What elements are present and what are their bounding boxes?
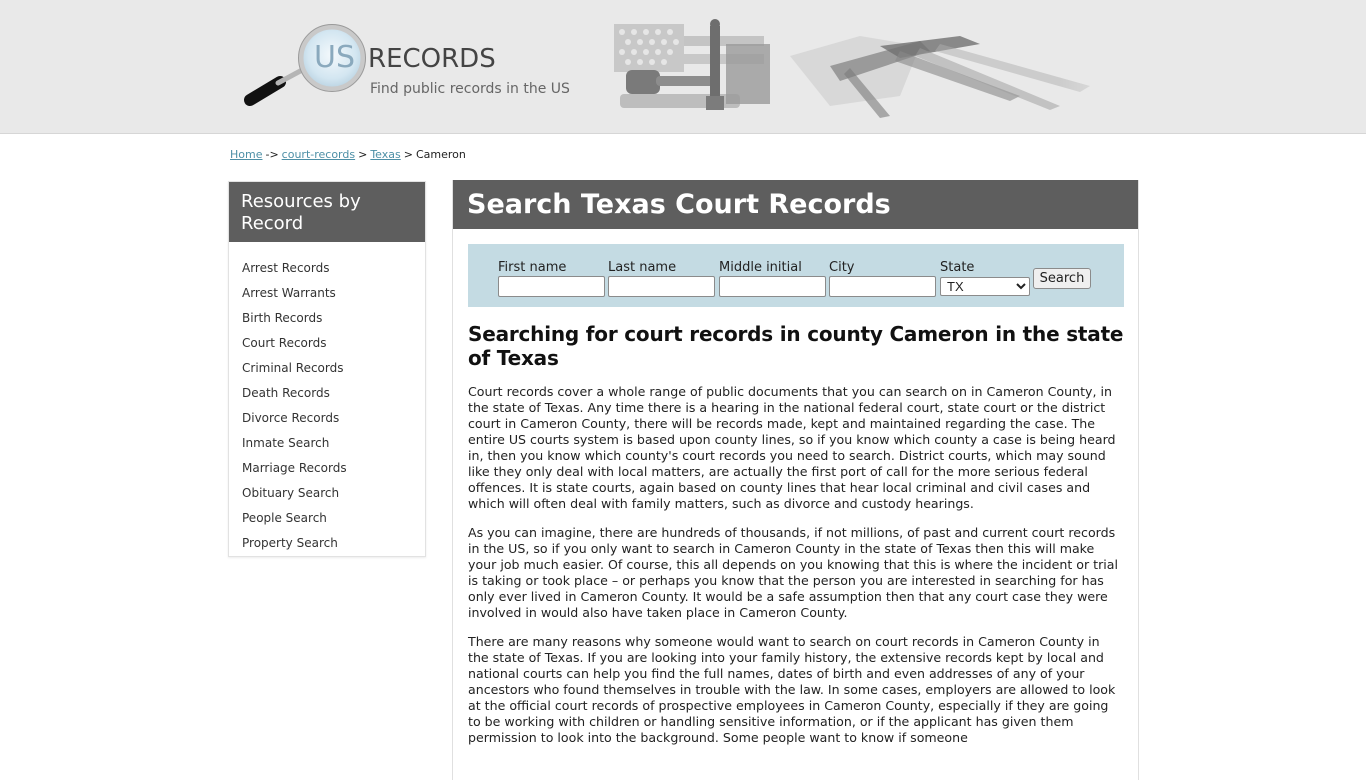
state-group: State TX <box>940 260 1030 296</box>
state-select[interactable]: TX <box>940 277 1030 296</box>
logo-us-text: US <box>314 40 356 75</box>
sidebar-item-property-search[interactable]: Property Search <box>229 531 425 556</box>
sidebar-item-arrest-records[interactable]: Arrest Records <box>229 256 425 281</box>
state-label: State <box>940 260 975 275</box>
city-label: City <box>829 260 855 275</box>
first-name-group: First name <box>498 260 605 297</box>
sidebar-resources: Resources by Record Arrest Records Arres… <box>228 181 426 557</box>
article-paragraph: Court records cover a whole range of pub… <box>468 384 1116 511</box>
breadcrumb-current: Cameron <box>415 148 466 161</box>
breadcrumb-home[interactable]: Home <box>230 148 262 161</box>
sidebar-item-label[interactable]: Arrest Warrants <box>242 286 336 300</box>
sidebar-item-label[interactable]: Criminal Records <box>242 361 344 375</box>
search-button[interactable]: Search <box>1033 268 1091 289</box>
site-logo[interactable]: US RECORDS Find public records in the US <box>238 22 598 114</box>
sidebar-item-label[interactable]: Property Search <box>242 536 338 550</box>
breadcrumb-separator: -> <box>265 148 279 161</box>
sidebar-list: Arrest Records Arrest Warrants Birth Rec… <box>229 242 425 556</box>
article: Searching for court records in county Ca… <box>468 322 1124 759</box>
logo-tagline: Find public records in the US <box>370 81 570 97</box>
article-paragraph: There are many reasons why someone would… <box>468 634 1116 745</box>
breadcrumb-separator: > <box>358 148 368 161</box>
first-name-input[interactable] <box>498 276 605 297</box>
sidebar-item-inmate-search[interactable]: Inmate Search <box>229 431 425 456</box>
middle-initial-group: Middle initial <box>719 260 826 297</box>
article-paragraph: As you can imagine, there are hundreds o… <box>468 525 1119 620</box>
sidebar-item-death-records[interactable]: Death Records <box>229 381 425 406</box>
sidebar-item-label[interactable]: Court Records <box>242 336 327 350</box>
article-heading: Searching for court records in county Ca… <box>468 322 1124 370</box>
sidebar-item-label[interactable]: Death Records <box>242 386 330 400</box>
first-name-label: First name <box>498 260 567 275</box>
site-header: US RECORDS Find public records in the US <box>0 0 1366 134</box>
search-form: First name Last name Middle initial City… <box>468 244 1124 307</box>
header-banner-image <box>600 6 1140 124</box>
sidebar-item-arrest-warrants[interactable]: Arrest Warrants <box>229 281 425 306</box>
sidebar-item-court-records[interactable]: Court Records <box>229 331 425 356</box>
page-title: Search Texas Court Records <box>453 180 1138 229</box>
sidebar-item-divorce-records[interactable]: Divorce Records <box>229 406 425 431</box>
breadcrumb: Home -> court-records > Texas > Cameron <box>230 148 466 161</box>
city-group: City <box>829 260 936 297</box>
middle-initial-label: Middle initial <box>719 260 802 275</box>
logo-records-text: RECORDS <box>368 44 496 74</box>
middle-initial-input[interactable] <box>719 276 826 297</box>
sidebar-item-label[interactable]: Divorce Records <box>242 411 339 425</box>
last-name-group: Last name <box>608 260 715 297</box>
sidebar-item-label[interactable]: Birth Records <box>242 311 322 325</box>
city-input[interactable] <box>829 276 936 297</box>
breadcrumb-separator: > <box>403 148 413 161</box>
last-name-label: Last name <box>608 260 677 275</box>
sidebar-item-criminal-records[interactable]: Criminal Records <box>229 356 425 381</box>
last-name-input[interactable] <box>608 276 715 297</box>
sidebar-item-label[interactable]: Obituary Search <box>242 486 339 500</box>
magnifier-icon <box>244 24 366 106</box>
breadcrumb-texas[interactable]: Texas <box>370 148 400 161</box>
sidebar-item-people-search[interactable]: People Search <box>229 506 425 531</box>
sidebar-item-marriage-records[interactable]: Marriage Records <box>229 456 425 481</box>
sidebar-title: Resources by Record <box>229 182 425 242</box>
sidebar-item-label[interactable]: Arrest Records <box>242 261 329 275</box>
main-content: Search Texas Court Records First name La… <box>452 180 1139 780</box>
sidebar-item-birth-records[interactable]: Birth Records <box>229 306 425 331</box>
sidebar-item-label[interactable]: People Search <box>242 511 327 525</box>
sidebar-item-label[interactable]: Inmate Search <box>242 436 329 450</box>
sidebar-item-obituary-search[interactable]: Obituary Search <box>229 481 425 506</box>
breadcrumb-court-records[interactable]: court-records <box>282 148 355 161</box>
sidebar-item-label[interactable]: Marriage Records <box>242 461 347 475</box>
